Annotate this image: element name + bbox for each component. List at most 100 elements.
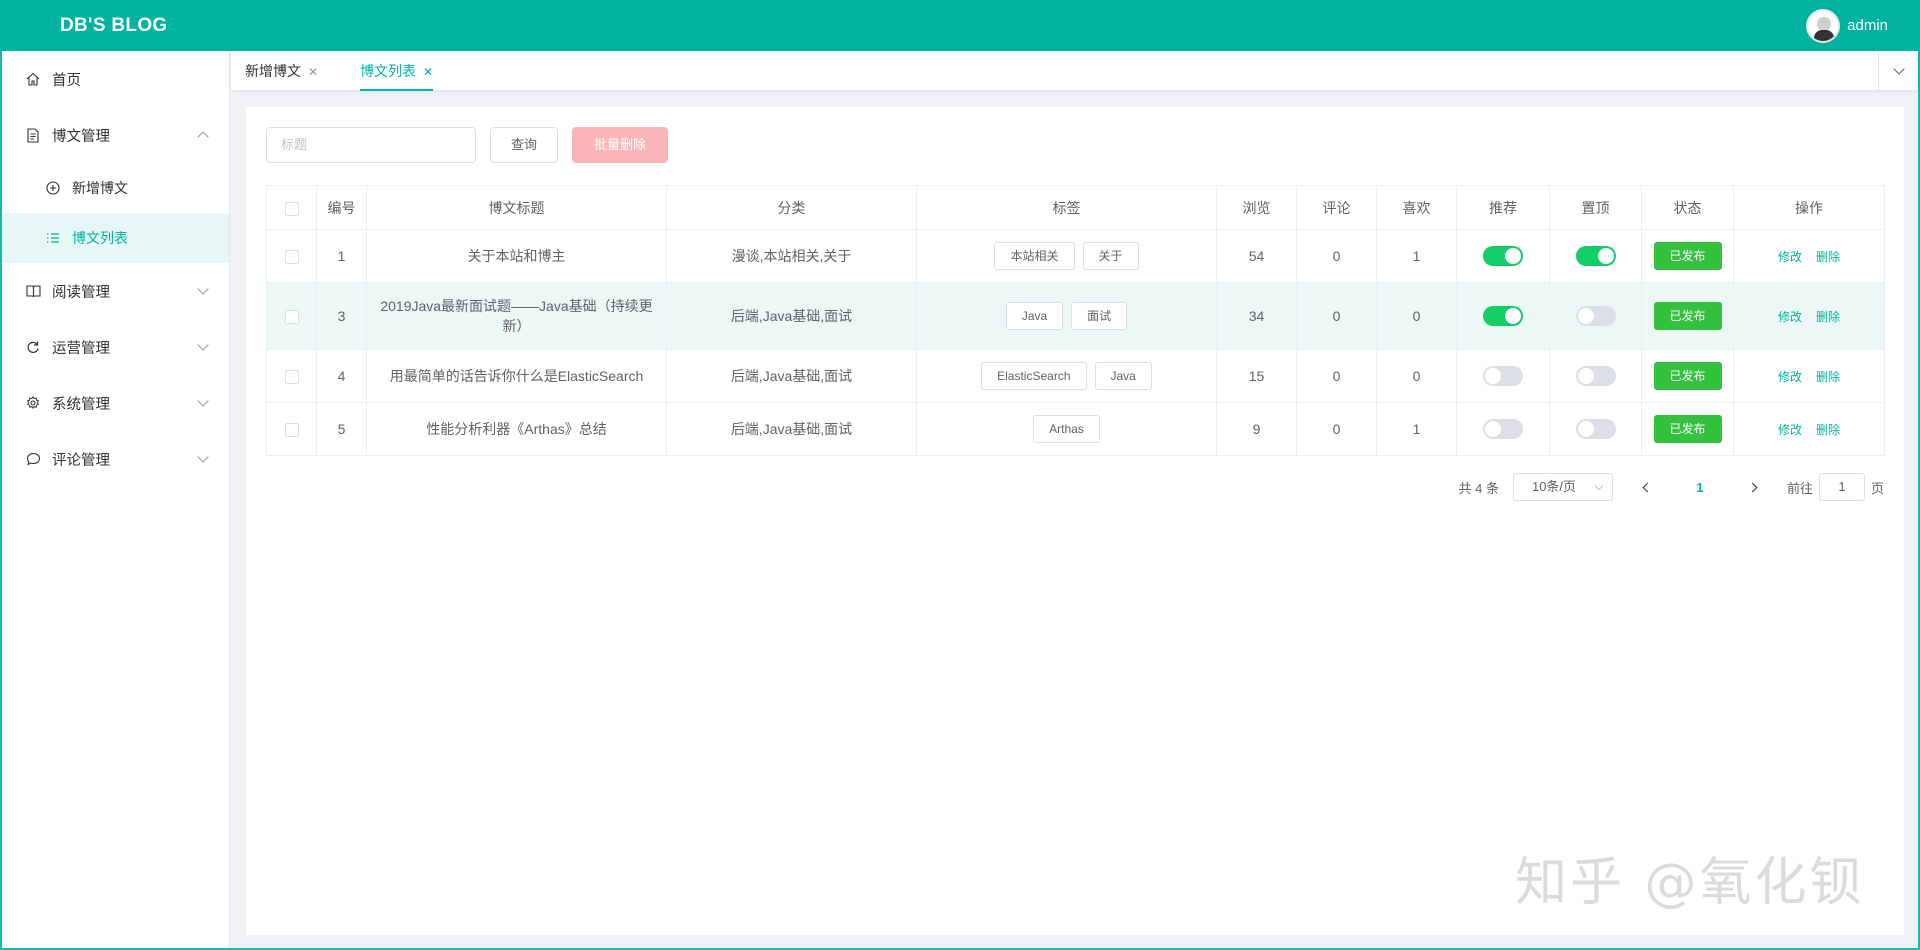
cell-comments: 0 [1296,282,1377,350]
sidebar-item-read-mgmt[interactable]: 阅读管理 [2,263,229,319]
row-checkbox[interactable] [284,423,299,438]
row-checkbox[interactable] [284,310,299,325]
username[interactable]: admin [1847,17,1888,34]
edit-link[interactable]: 修改 [1778,370,1802,384]
table-row[interactable]: 5 性能分析利器《Arthas》总结 后端,Java基础,面试 Arthas 9… [266,402,1885,456]
cell-id: 3 [316,282,367,350]
column-header: 分类 [666,185,917,230]
cell-comments: 0 [1296,402,1377,456]
refresh-icon [24,338,42,356]
cell-tags: Arthas [916,402,1217,456]
recommend-toggle[interactable] [1483,419,1523,439]
sidebar-item-blog-mgmt[interactable]: 博文管理 [2,107,229,163]
edit-link[interactable]: 修改 [1778,310,1802,324]
pin-top-toggle[interactable] [1575,419,1616,439]
cell-id: 1 [316,229,367,283]
cell-views: 54 [1216,229,1297,283]
cell-title: 性能分析利器《Arthas》总结 [366,402,667,456]
delete-link[interactable]: 删除 [1816,423,1840,437]
chevron-left-icon [1642,482,1653,492]
table-header-row: 编号 博文标题 分类 标签 浏览 评论 喜欢 推荐 置顶 状态 操作 [266,185,1885,230]
cell-id: 5 [316,402,367,456]
total-count: 共 4 条 [1458,480,1499,496]
goto-page-input[interactable]: 1 [1818,473,1865,501]
brand-title: DB'S BLOG [60,14,168,36]
close-icon[interactable]: ✕ [423,65,433,79]
cell-comments: 0 [1296,229,1377,283]
tag-badge: Arthas [1033,415,1100,443]
table-row[interactable]: 4 用最简单的话告诉你什么是ElasticSearch 后端,Java基础,面试… [266,349,1885,403]
status-published-button[interactable]: 已发布 [1653,362,1722,390]
cell-tags: Java 面试 [916,282,1217,350]
table-row[interactable]: 3 2019Java最新面试题——Java基础（持续更新） 后端,Java基础,… [266,282,1885,350]
chevron-down-icon [197,395,209,407]
tag-badge: Java [1005,302,1064,330]
next-page-button[interactable] [1739,473,1769,501]
cell-likes: 1 [1376,402,1457,456]
edit-link[interactable]: 修改 [1778,423,1802,437]
watermark: 知乎 @氧化钡 [1515,853,1865,913]
column-header: 浏览 [1216,185,1297,230]
prev-page-button[interactable] [1631,473,1661,501]
top-header: DB'S BLOG admin [0,0,1920,51]
tag-badge: 面试 [1071,302,1128,330]
sidebar-item-ops-mgmt[interactable]: 运营管理 [2,319,229,375]
filter-toolbar: 标题 查询 批量删除 [266,127,669,163]
query-button[interactable]: 查询 [490,127,559,163]
tab-label: 新增博文 [245,63,301,79]
recommend-toggle[interactable] [1483,366,1523,386]
delete-link[interactable]: 删除 [1816,310,1840,324]
table-row[interactable]: 1 关于本站和博主 漫谈,本站相关,关于 本站相关 关于 54 0 1 已发布 修… [266,229,1885,283]
sidebar-item-label: 系统管理 [52,396,110,413]
tag-badge: 本站相关 [994,242,1075,270]
delete-link[interactable]: 删除 [1816,250,1840,264]
cell-likes: 1 [1376,229,1457,283]
select-all-checkbox[interactable] [284,201,299,216]
batch-delete-button[interactable]: 批量删除 [572,127,669,163]
row-checkbox[interactable] [284,250,299,265]
column-header: 博文标题 [366,185,667,230]
column-header: 编号 [316,185,367,230]
goto-prefix: 前往 [1786,480,1813,496]
circle-plus-icon [44,179,62,197]
sidebar-item-post-list[interactable]: 博文列表 [2,213,229,263]
tab-post-list[interactable]: 博文列表 ✕ [360,51,434,91]
title-search-input[interactable]: 标题 [266,127,476,163]
sidebar-item-home[interactable]: 首页 [2,51,229,107]
cell-category: 后端,Java基础,面试 [666,402,917,456]
close-icon[interactable]: ✕ [308,65,318,79]
avatar[interactable] [1806,8,1841,43]
sidebar-item-comment-mgmt[interactable]: 评论管理 [2,431,229,487]
cell-likes: 0 [1376,349,1457,403]
row-checkbox[interactable] [284,370,299,385]
sidebar-item-new-post[interactable]: 新增博文 [2,163,229,213]
cell-likes: 0 [1376,282,1457,350]
status-published-button[interactable]: 已发布 [1653,415,1722,443]
pin-top-toggle[interactable] [1575,306,1616,326]
edit-link[interactable]: 修改 [1778,250,1802,264]
chevron-down-icon [197,283,209,295]
home-icon [24,70,42,88]
sidebar-item-label: 评论管理 [52,452,110,469]
pin-top-toggle[interactable] [1575,366,1616,386]
status-published-button[interactable]: 已发布 [1653,242,1722,270]
tabs-dropdown-button[interactable] [1878,51,1918,91]
user-menu[interactable]: admin [1806,8,1888,43]
column-header: 置顶 [1549,185,1642,230]
cell-title: 2019Java最新面试题——Java基础（持续更新） [366,282,667,350]
page-size-select[interactable]: 10条/页 [1512,473,1613,501]
pin-top-toggle[interactable] [1575,246,1616,266]
chevron-down-icon [197,451,209,463]
column-header: 推荐 [1456,185,1550,230]
status-published-button[interactable]: 已发布 [1653,302,1722,330]
sidebar-item-sys-mgmt[interactable]: 系统管理 [2,375,229,431]
delete-link[interactable]: 删除 [1816,370,1840,384]
recommend-toggle[interactable] [1483,246,1523,266]
tab-new-post[interactable]: 新增博文 ✕ [245,51,318,91]
recommend-toggle[interactable] [1483,306,1523,326]
chevron-up-icon [197,131,209,143]
select-all-cell[interactable] [266,185,317,230]
page-number-current[interactable]: 1 [1685,480,1715,495]
sidebar: 首页 博文管理 新增博文 博文列表 阅读管理 运营管理 系统管理 评论管理 [2,51,230,948]
book-icon [24,282,42,300]
